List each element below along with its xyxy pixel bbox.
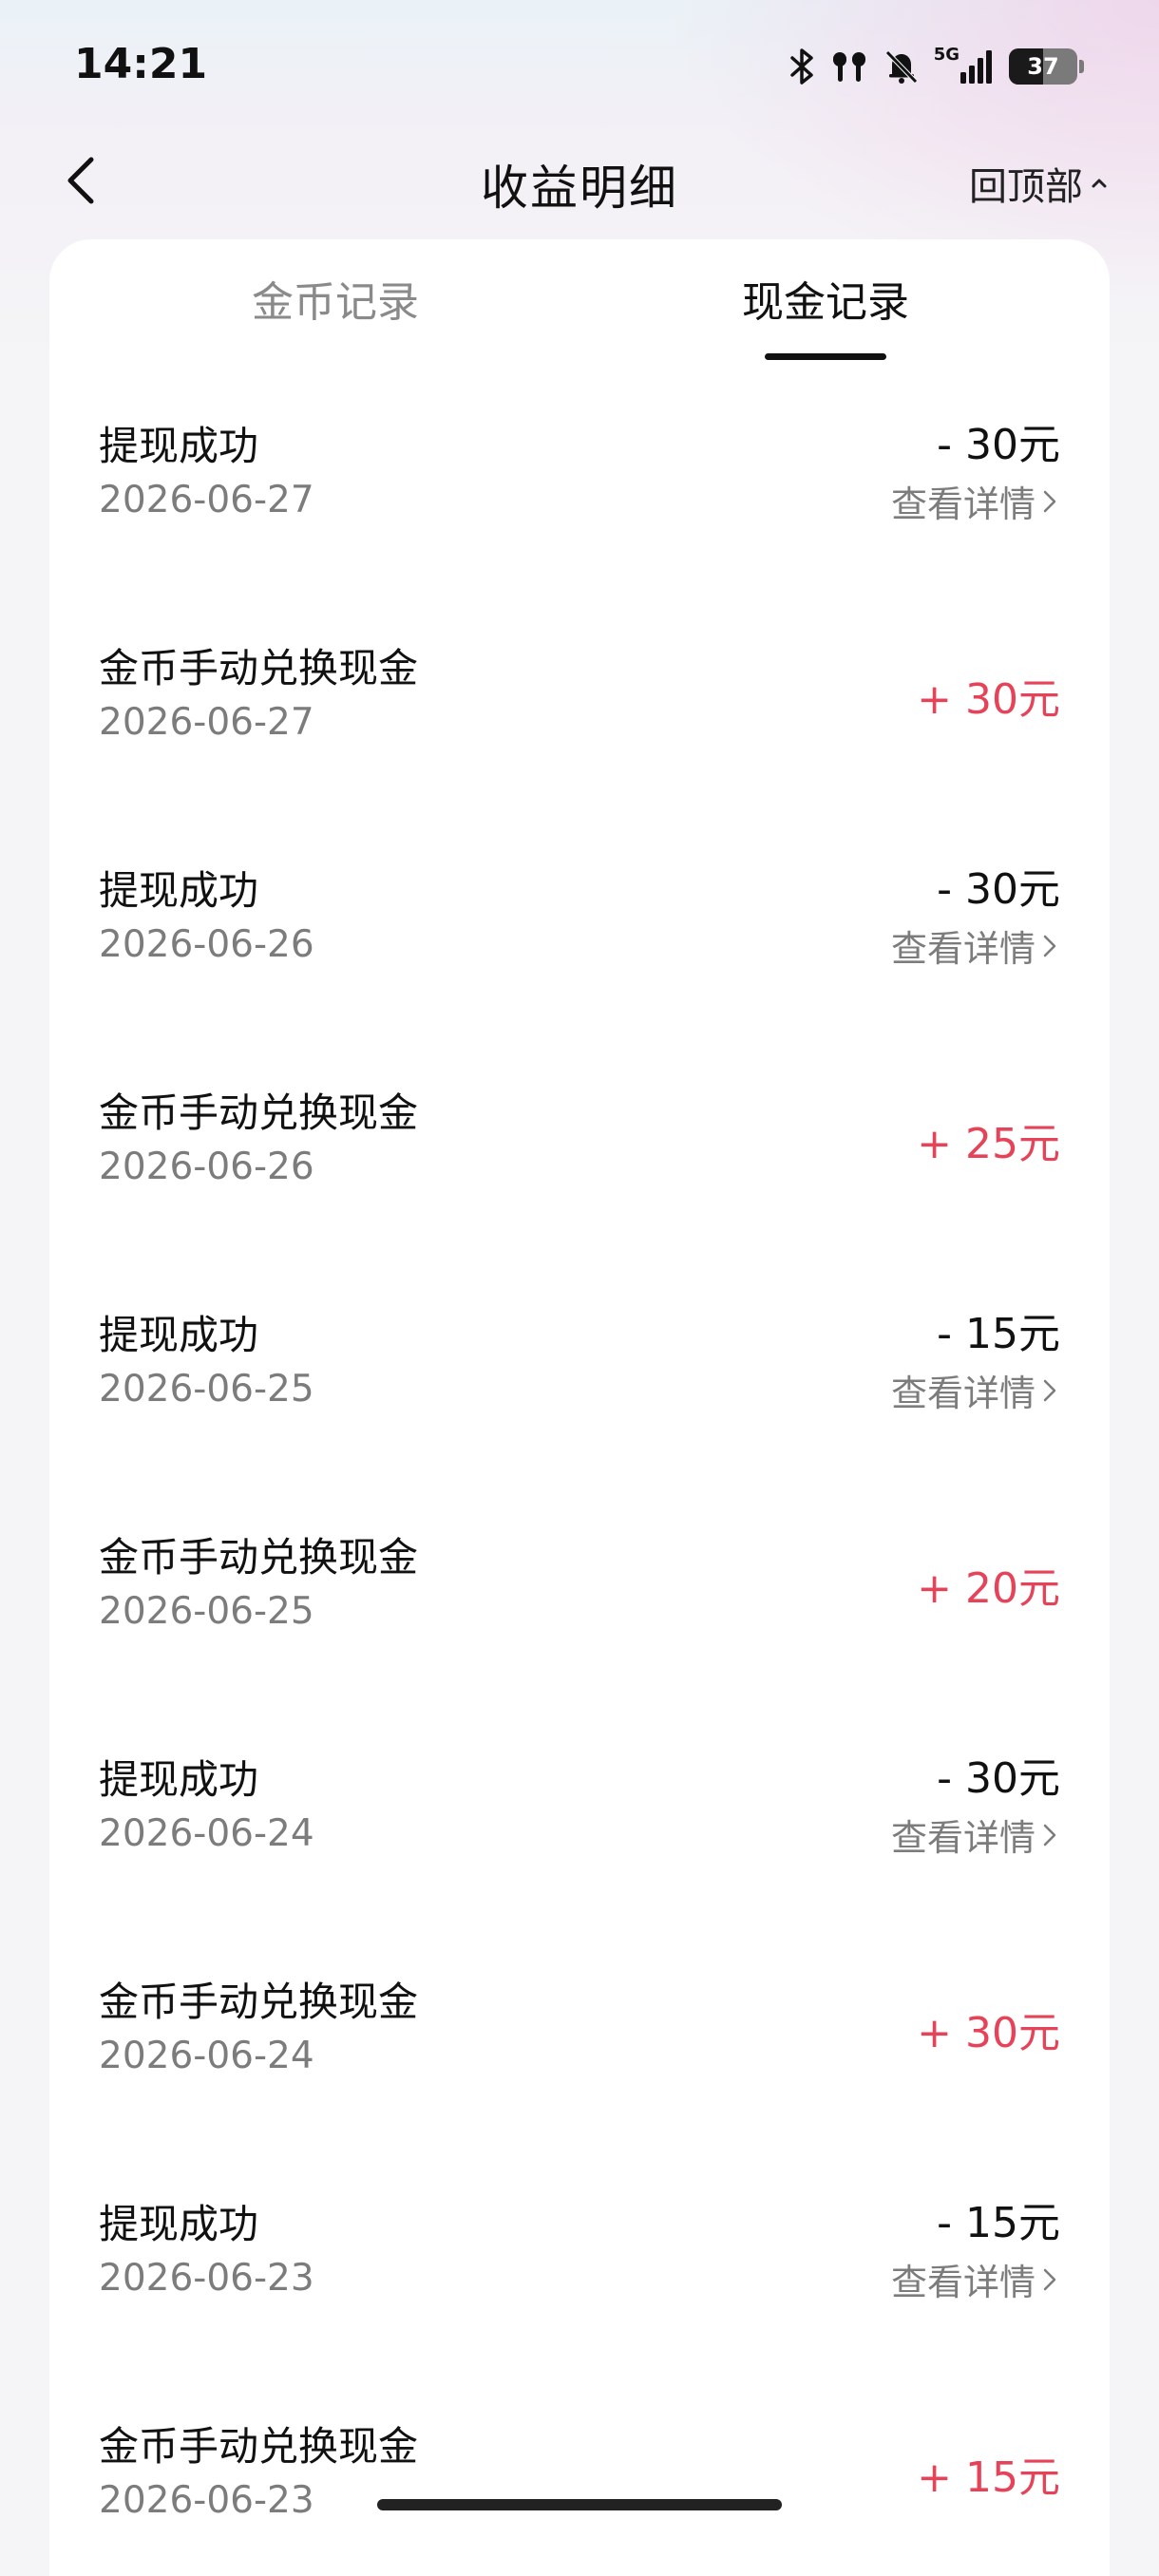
records-card: 金币记录 现金记录 提现成功 2026-06-27- 30元 查看详情 金币手动兑换现… bbox=[49, 239, 1110, 2576]
cash-record-list: 提现成功 2026-06-27- 30元 查看详情 金币手动兑换现金 2026-06-2… bbox=[49, 372, 1110, 2576]
record-date: 2026-06-27 bbox=[99, 701, 314, 744]
view-detail-link[interactable]: 查看详情 bbox=[891, 2253, 1060, 2305]
view-detail-label: 查看详情 bbox=[890, 1373, 1036, 1414]
record-date: 2026-06-26 bbox=[99, 1146, 314, 1188]
record-title: 提现成功 bbox=[99, 1312, 259, 1358]
view-detail-label: 查看详情 bbox=[890, 483, 1036, 525]
record-amount: + 15元 bbox=[917, 2453, 1060, 2502]
record-title: 提现成功 bbox=[99, 2201, 259, 2247]
record-amount: - 30元 bbox=[937, 421, 1060, 469]
home-indicator[interactable] bbox=[377, 2499, 782, 2510]
record-row: 金币手动兑换现金 2026-06-23 + 15元 bbox=[49, 2373, 1110, 2576]
tab-cash-records[interactable]: 现金记录 bbox=[683, 268, 968, 329]
status-bar: 14:21 5G 37 bbox=[0, 0, 1159, 133]
record-amount: + 30元 bbox=[917, 675, 1060, 724]
record-row[interactable]: 提现成功 2026-06-23 - 15元查看详情 bbox=[49, 2150, 1110, 2373]
record-row: 金币手动兑换现金 2026-06-27 + 30元 bbox=[49, 595, 1110, 817]
record-title: 金币手动兑换现金 bbox=[99, 1534, 419, 1581]
chevron-right-icon bbox=[1043, 1379, 1056, 1401]
battery-icon: 37 bbox=[1009, 48, 1084, 85]
record-row: 金币手动兑换现金 2026-06-25 + 20元 bbox=[49, 1484, 1110, 1706]
record-row[interactable]: 提现成功 2026-06-27 - 30元查看详情 bbox=[49, 372, 1110, 595]
record-date: 2026-06-27 bbox=[99, 479, 314, 521]
record-row: 金币手动兑换现金 2026-06-26 + 25元 bbox=[49, 1039, 1110, 1261]
record-title: 金币手动兑换现金 bbox=[99, 1979, 419, 2025]
record-amount: - 30元 bbox=[937, 865, 1060, 914]
record-amount: - 30元 bbox=[937, 1754, 1060, 1803]
record-title: 金币手动兑换现金 bbox=[99, 2423, 419, 2470]
record-title: 提现成功 bbox=[99, 423, 259, 469]
record-row[interactable]: 提现成功 2026-06-26 - 30元查看详情 bbox=[49, 817, 1110, 1039]
record-date: 2026-06-23 bbox=[99, 2479, 314, 2522]
active-tab-indicator bbox=[765, 353, 886, 360]
record-date: 2026-06-26 bbox=[99, 923, 314, 966]
chevron-right-icon bbox=[1043, 1824, 1056, 1846]
back-to-top-label: 回顶部 bbox=[969, 165, 1083, 209]
earnings-detail-screen: 14:21 5G 37 收益明细 回顶部 金币记录 现金记录 提现成功 2026… bbox=[0, 0, 1159, 2576]
record-row: 金币手动兑换现金 2026-06-24 + 30元 bbox=[49, 1928, 1110, 2150]
view-detail-link[interactable]: 查看详情 bbox=[891, 919, 1060, 972]
record-title: 金币手动兑换现金 bbox=[99, 1089, 419, 1136]
earbuds-icon bbox=[829, 47, 869, 85]
chevron-right-icon bbox=[1043, 490, 1056, 512]
mute-bell-icon bbox=[883, 47, 921, 85]
network-type: 5G bbox=[933, 45, 960, 65]
navigation-header: 收益明细 回顶部 bbox=[0, 133, 1159, 228]
status-icons: 5G 37 bbox=[788, 42, 1084, 91]
record-amount: + 30元 bbox=[917, 2009, 1060, 2057]
record-amount: - 15元 bbox=[937, 2199, 1060, 2247]
battery-level: 37 bbox=[1027, 53, 1059, 80]
record-amount: + 25元 bbox=[917, 1120, 1060, 1168]
record-title: 提现成功 bbox=[99, 867, 259, 914]
chevron-right-icon bbox=[1043, 2268, 1056, 2290]
view-detail-link[interactable]: 查看详情 bbox=[891, 1364, 1060, 1416]
record-date: 2026-06-23 bbox=[99, 2257, 314, 2300]
record-amount: - 15元 bbox=[937, 1310, 1060, 1358]
record-title: 提现成功 bbox=[99, 1756, 259, 1803]
tab-coin-records[interactable]: 金币记录 bbox=[193, 268, 478, 329]
bluetooth-icon bbox=[788, 47, 816, 85]
record-date: 2026-06-24 bbox=[99, 2035, 314, 2077]
record-tabs: 金币记录 现金记录 bbox=[49, 239, 1110, 372]
back-to-top-button[interactable]: 回顶部 bbox=[969, 156, 1110, 211]
chevron-right-icon bbox=[1043, 935, 1056, 957]
record-date: 2026-06-24 bbox=[99, 1812, 314, 1855]
record-date: 2026-06-25 bbox=[99, 1368, 314, 1411]
view-detail-link[interactable]: 查看详情 bbox=[891, 475, 1060, 527]
status-time: 14:21 bbox=[74, 40, 208, 88]
record-row[interactable]: 提现成功 2026-06-24 - 30元查看详情 bbox=[49, 1706, 1110, 1928]
view-detail-label: 查看详情 bbox=[890, 928, 1036, 970]
signal-icon: 5G bbox=[934, 47, 996, 85]
chevron-up-icon bbox=[1092, 179, 1107, 188]
record-row[interactable]: 提现成功 2026-06-25 - 15元查看详情 bbox=[49, 1261, 1110, 1484]
record-title: 金币手动兑换现金 bbox=[99, 645, 419, 691]
record-amount: + 20元 bbox=[917, 1564, 1060, 1613]
view-detail-label: 查看详情 bbox=[890, 2262, 1036, 2303]
record-date: 2026-06-25 bbox=[99, 1590, 314, 1633]
view-detail-label: 查看详情 bbox=[890, 1817, 1036, 1859]
view-detail-link[interactable]: 查看详情 bbox=[891, 1809, 1060, 1861]
